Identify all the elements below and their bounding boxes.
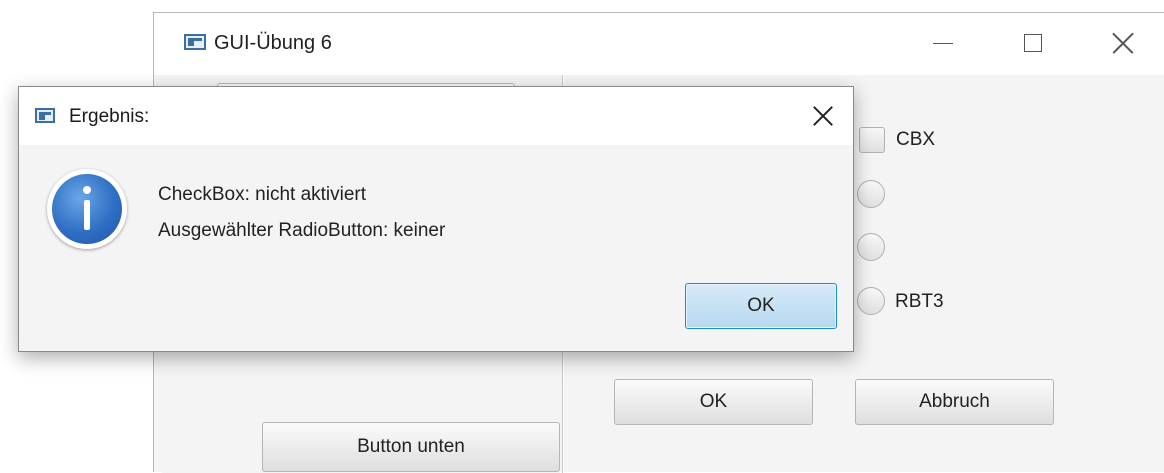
app-icon <box>184 34 206 50</box>
main-titlebar[interactable]: GUI-Übung 6 <box>154 13 1164 75</box>
radio-rbt1[interactable] <box>857 180 885 208</box>
cbx-checkbox[interactable] <box>859 127 885 153</box>
maximize-icon <box>1024 34 1042 52</box>
dialog-app-icon <box>35 108 55 123</box>
close-button[interactable] <box>1100 23 1146 63</box>
minimize-icon <box>933 42 953 44</box>
radio-rbt2[interactable] <box>857 233 885 261</box>
info-icon <box>47 169 127 249</box>
close-icon <box>1112 32 1134 54</box>
dialog-ok-button[interactable]: OK <box>685 283 837 329</box>
abbruch-button[interactable]: Abbruch <box>855 379 1054 425</box>
minimize-button[interactable] <box>920 23 966 63</box>
radio-rbt3[interactable] <box>857 287 885 315</box>
info-icon-glyph <box>52 174 122 244</box>
dialog-title: Ergebnis: <box>69 106 150 127</box>
window-title: GUI-Übung 6 <box>214 32 332 54</box>
rbt3-label[interactable]: RBT3 <box>895 291 944 313</box>
close-icon <box>812 105 834 127</box>
message-line-radiobutton: Ausgewählter RadioButton: keiner <box>158 220 446 241</box>
button-unten[interactable]: Button unten <box>262 422 560 472</box>
message-line-checkbox: CheckBox: nicht aktiviert <box>158 184 367 205</box>
dialog-titlebar[interactable]: Ergebnis: <box>19 87 853 145</box>
dialog-close-button[interactable] <box>803 96 843 136</box>
maximize-button[interactable] <box>1010 23 1056 63</box>
result-dialog: Ergebnis: CheckBox: nicht aktiviert Ausg… <box>18 86 854 352</box>
cbx-label[interactable]: CBX <box>896 129 935 151</box>
main-ok-button[interactable]: OK <box>614 379 813 425</box>
